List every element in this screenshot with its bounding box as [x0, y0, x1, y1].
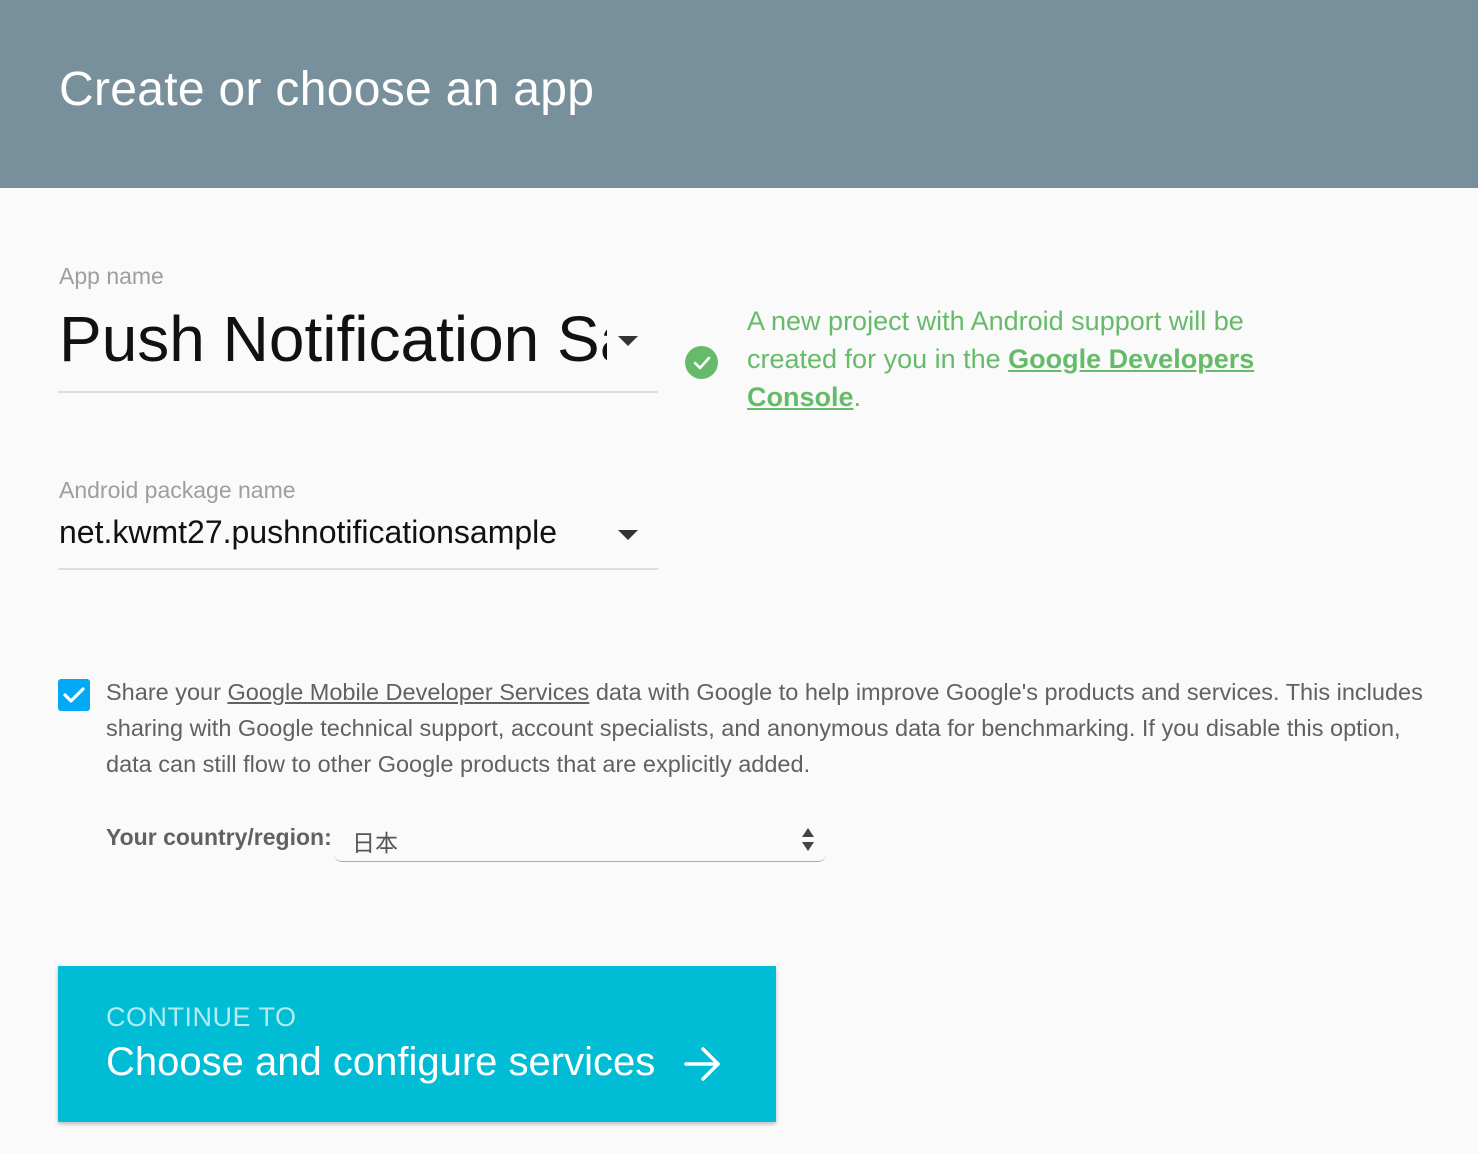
dropdown-caret-icon[interactable]	[618, 530, 638, 540]
page-title: Create or choose an app	[59, 63, 595, 116]
page-header: Create or choose an app	[0, 0, 1478, 188]
country-label: Your country/region:	[106, 824, 332, 850]
country-select[interactable]: 日本	[334, 820, 826, 862]
share-text-start: Share your	[106, 679, 228, 705]
select-updown-icon	[801, 828, 815, 852]
continue-button[interactable]: CONTINUE TO Choose and configure service…	[58, 966, 776, 1122]
checkbox-check-icon	[63, 687, 85, 703]
share-data-checkbox[interactable]	[58, 679, 90, 711]
package-name-dropdown[interactable]: net.kwmt27.pushnotificationsample	[58, 510, 658, 570]
arrow-right-icon	[684, 1047, 720, 1081]
app-name-label: App name	[59, 263, 164, 289]
app-name-dropdown[interactable]: Push Notification Sample	[58, 296, 658, 393]
package-name-value: net.kwmt27.pushnotificationsample	[59, 514, 558, 550]
package-name-label: Android package name	[59, 477, 296, 503]
check-circle-icon	[685, 346, 718, 379]
notice-text-end: .	[853, 382, 862, 412]
mobile-developer-services-link[interactable]: Google Mobile Developer Services	[227, 679, 589, 705]
share-data-text: Share your Google Mobile Developer Servi…	[106, 674, 1451, 782]
app-name-value: Push Notification Sample	[59, 303, 607, 375]
continue-label: Choose and configure services	[106, 1040, 656, 1084]
continue-kicker: CONTINUE TO	[106, 1002, 297, 1032]
country-value: 日本	[352, 831, 398, 857]
dropdown-caret-icon[interactable]	[618, 336, 638, 346]
project-notice: A new project with Android support will …	[747, 302, 1307, 416]
